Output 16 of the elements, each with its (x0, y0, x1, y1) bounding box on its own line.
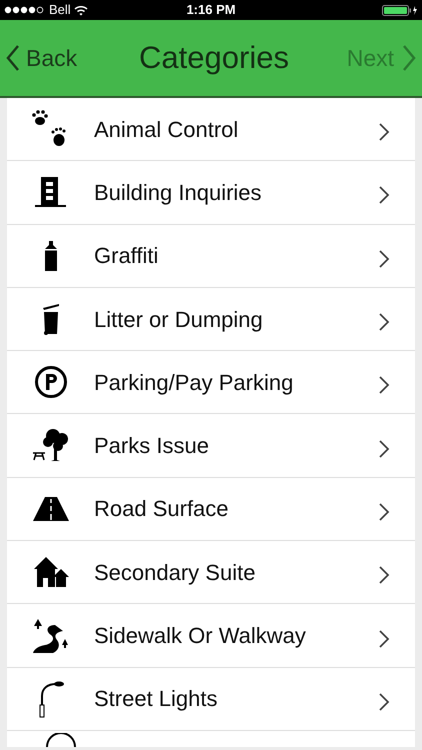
carrier-name: Bell (49, 1, 71, 20)
category-row[interactable]: Graffiti (7, 224, 415, 288)
category-label: Graffiti (94, 242, 160, 270)
category-row[interactable]: Street Lights (7, 668, 415, 731)
category-label: Secondary Suite (94, 558, 256, 587)
category-label: Animal Control (94, 116, 240, 144)
screen-title: Categories (139, 38, 289, 77)
category-label: Parking/Pay Parking (94, 368, 294, 397)
category-label: Street Lights (94, 685, 219, 714)
category-label: Building Inquiries (94, 178, 263, 207)
category-label: Sidewalk Or Walkway (94, 622, 307, 650)
clock-time: 1:16 PM (186, 1, 236, 20)
category-label: Litter or Dumping (94, 306, 264, 334)
back-button[interactable]: Back (6, 40, 116, 76)
category-label: Road Surface (94, 495, 230, 524)
category-label: Parks Issue (94, 432, 210, 460)
